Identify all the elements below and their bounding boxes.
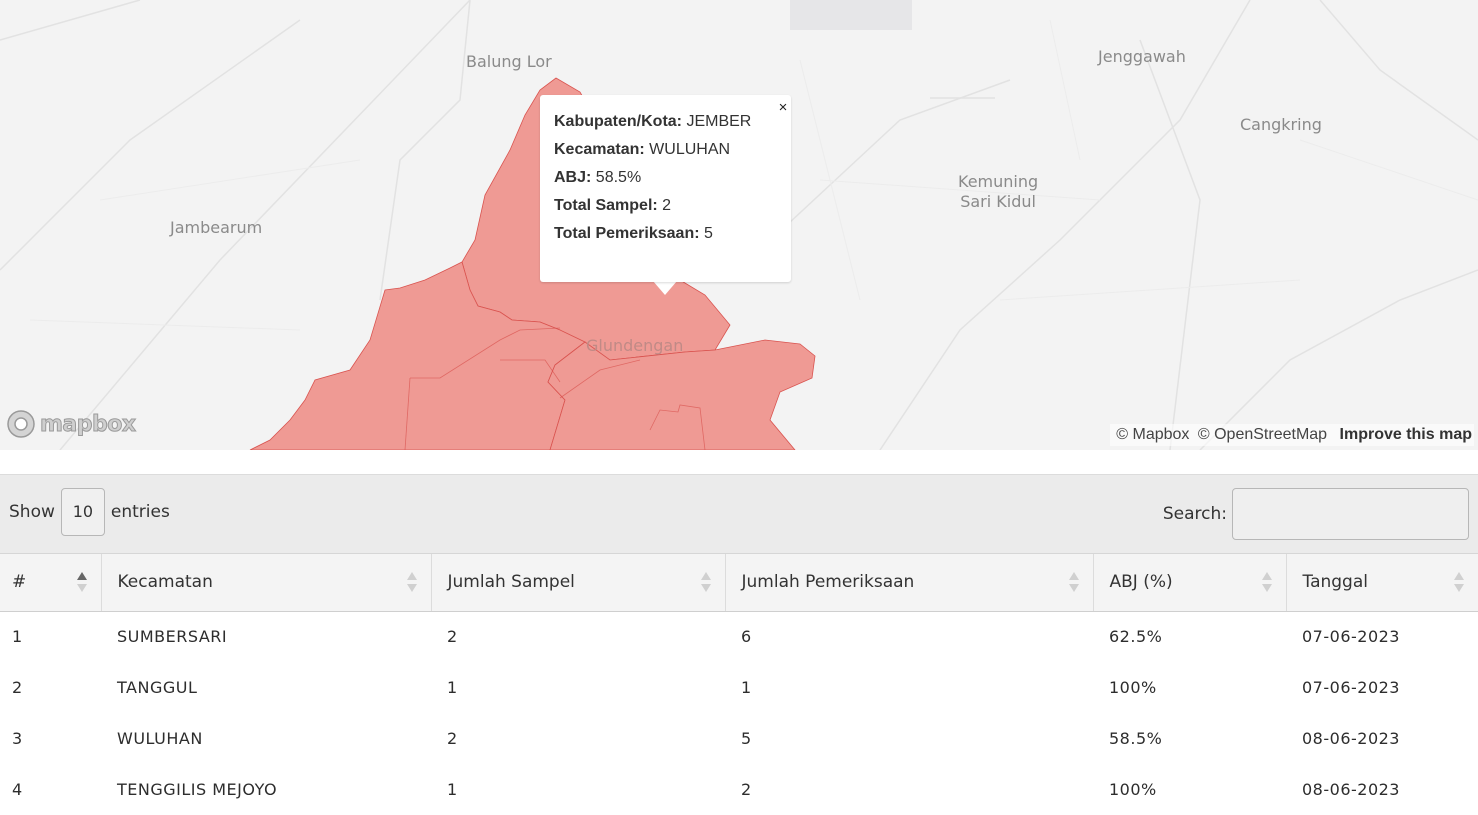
cell-number: 3 <box>12 729 23 748</box>
attribution-osm-link[interactable]: © OpenStreetMap <box>1198 426 1327 443</box>
table-header-row: # Kecamatan Jumlah Sampel Jumlah Pemerik… <box>0 554 1478 612</box>
cell-jumlah-sampel: 1 <box>447 780 458 799</box>
map-place-label: Kemuning Sari Kidul <box>958 172 1039 211</box>
cell-jumlah-pemeriksaan: 5 <box>741 729 752 748</box>
cell-kecamatan: TENGGILIS MEJOYO <box>117 780 278 799</box>
column-header-tanggal[interactable]: Tanggal <box>1286 554 1478 612</box>
show-label: Show <box>9 502 55 522</box>
map-place-label: Balung Lor <box>466 52 552 71</box>
table-row[interactable]: 3 WULUHAN 2 5 58.5% 08-06-2023 <box>0 713 1478 764</box>
sort-icon <box>700 572 711 592</box>
column-header-label: Kecamatan <box>117 572 213 593</box>
column-header-jumlah-pemeriksaan[interactable]: Jumlah Pemeriksaan <box>725 554 1094 612</box>
popup-label: Total Sampel: <box>554 197 658 214</box>
column-header-label: Jumlah Sampel <box>447 572 575 593</box>
cell-kecamatan: SUMBERSARI <box>117 627 228 647</box>
cell-jumlah-pemeriksaan: 1 <box>741 678 752 697</box>
cell-tanggal: 08-06-2023 <box>1302 729 1400 748</box>
cell-number: 2 <box>12 678 23 697</box>
column-header-label: Jumlah Pemeriksaan <box>741 572 915 593</box>
popup-row-kecamatan: Kecamatan: WULUHAN <box>554 135 781 165</box>
sort-asc-icon <box>76 572 87 592</box>
popup-label: ABJ: <box>554 169 592 186</box>
popup-value: 58.5% <box>595 169 642 186</box>
attribution-mapbox-link[interactable]: © Mapbox <box>1116 426 1189 443</box>
entries-label: entries <box>110 502 170 522</box>
entries-length-select[interactable]: 10 <box>60 488 105 536</box>
cell-jumlah-sampel: 2 <box>447 627 458 647</box>
cell-tanggal: 07-06-2023 <box>1302 627 1400 647</box>
cell-tanggal: 08-06-2023 <box>1302 780 1400 799</box>
cell-jumlah-sampel: 1 <box>447 678 458 697</box>
column-header-label: Tanggal <box>1302 572 1369 593</box>
popup-value: WULUHAN <box>649 141 731 158</box>
column-header-jumlah-sampel[interactable]: Jumlah Sampel <box>431 554 726 612</box>
map-place-label: Glundengan <box>586 336 684 355</box>
sort-icon <box>1068 572 1079 592</box>
popup-row-kabupaten: Kabupaten/Kota: JEMBER <box>554 107 781 137</box>
cell-kecamatan: TANGGUL <box>117 678 198 697</box>
table-search: Search: <box>1163 487 1469 541</box>
popup-tip <box>653 281 677 295</box>
cell-jumlah-pemeriksaan: 2 <box>741 780 752 799</box>
sort-icon <box>1261 572 1272 592</box>
table-row[interactable]: 4 TENGGILIS MEJOYO 1 2 100% 08-06-2023 <box>0 764 1478 815</box>
popup-value: 5 <box>704 225 713 242</box>
popup-row-total-sampel: Total Sampel: 2 <box>554 191 781 221</box>
entries-length-control: Show 10 entries <box>9 487 170 537</box>
search-input[interactable] <box>1232 488 1469 540</box>
district-region-south[interactable] <box>547 339 816 450</box>
popup-label: Kabupaten/Kota: <box>554 113 682 130</box>
popup-label: Total Pemeriksaan: <box>554 225 700 242</box>
column-header-number[interactable]: # <box>0 554 102 612</box>
table-controls: Show 10 entries Search: <box>0 474 1478 554</box>
cell-number: 4 <box>12 780 23 799</box>
cell-abj: 100% <box>1109 780 1157 799</box>
table-row[interactable]: 2 TANGGUL 1 1 100% 07-06-2023 <box>0 662 1478 713</box>
cell-jumlah-sampel: 2 <box>447 729 458 748</box>
map-place-label: Jenggawah <box>1098 47 1186 66</box>
mapbox-icon <box>7 410 35 438</box>
column-header-kecamatan[interactable]: Kecamatan <box>101 554 432 612</box>
cell-number: 1 <box>12 627 23 647</box>
sort-icon <box>406 572 417 592</box>
map-area-shade <box>790 0 912 30</box>
map-place-label: Jambearum <box>170 218 263 237</box>
table-row[interactable]: 1 SUMBERSARI 2 6 62.5% 07-06-2023 <box>0 611 1478 662</box>
column-header-label: ABJ (%) <box>1109 572 1173 593</box>
data-table: # Kecamatan Jumlah Sampel Jumlah Pemerik… <box>0 554 1478 815</box>
improve-map-link[interactable]: Improve this map <box>1340 426 1472 443</box>
popup-value: 2 <box>662 197 672 214</box>
cell-jumlah-pemeriksaan: 6 <box>741 627 752 647</box>
mapbox-logo[interactable]: mapbox <box>6 408 137 440</box>
column-header-abj[interactable]: ABJ (%) <box>1093 554 1287 612</box>
map-popup: × Kabupaten/Kota: JEMBER Kecamatan: WULU… <box>540 95 791 282</box>
cell-abj: 100% <box>1109 678 1157 697</box>
popup-row-total-pemeriksaan: Total Pemeriksaan: 5 <box>554 219 781 249</box>
popup-close-button[interactable]: × <box>776 99 790 117</box>
sort-icon <box>1454 572 1464 592</box>
cell-tanggal: 07-06-2023 <box>1302 678 1400 697</box>
popup-row-abj: ABJ: 58.5% <box>554 163 781 193</box>
map-attribution: © Mapbox © OpenStreetMap Improve this ma… <box>1110 424 1474 446</box>
cell-kecamatan: WULUHAN <box>117 729 203 748</box>
column-header-label: # <box>12 572 27 593</box>
popup-value: JEMBER <box>686 113 752 130</box>
search-label: Search: <box>1162 504 1227 524</box>
map-view[interactable]: Balung Lor Jenggawah Cangkring Jambearum… <box>0 0 1478 450</box>
popup-label: Kecamatan: <box>554 141 645 158</box>
mapbox-logo-text: mapbox <box>40 411 137 437</box>
cell-abj: 62.5% <box>1109 627 1163 647</box>
map-place-label: Cangkring <box>1240 115 1322 134</box>
cell-abj: 58.5% <box>1109 729 1163 748</box>
